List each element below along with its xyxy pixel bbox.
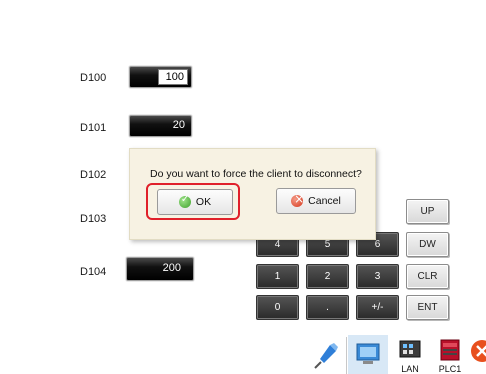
cancel-button-label: Cancel [308, 195, 341, 207]
key-decimal[interactable]: . [306, 295, 349, 320]
lan-button[interactable]: LAN [390, 335, 430, 374]
plc-button[interactable]: PLC1 [430, 335, 470, 374]
register-label: D101 [80, 122, 107, 134]
register-value: 200 [162, 262, 181, 274]
register-label: D100 [80, 72, 107, 84]
cancel-button[interactable]: Cancel [276, 188, 356, 214]
monitor-button[interactable] [348, 335, 388, 374]
lan-icon [399, 340, 421, 358]
lan-label: LAN [401, 364, 419, 374]
key-up[interactable]: UP [406, 199, 449, 224]
register-value: 20 [172, 119, 185, 131]
dialog-message: Do you want to force the client to disco… [150, 168, 362, 180]
key-clr[interactable]: CLR [406, 264, 449, 289]
key-ent[interactable]: ENT [406, 295, 449, 320]
ok-button-highlight [146, 183, 240, 220]
key-0[interactable]: 0 [256, 295, 299, 320]
register-label: D103 [80, 213, 107, 225]
plc-label: PLC1 [438, 364, 462, 374]
register-display[interactable]: 100 [129, 66, 192, 88]
key-dw[interactable]: DW [406, 232, 449, 257]
key-2[interactable]: 2 [306, 264, 349, 289]
taskbar: LAN PLC1 [306, 335, 486, 374]
key-1[interactable]: 1 [256, 264, 299, 289]
taskbar-separator [346, 337, 347, 374]
register-display[interactable]: 200 [126, 257, 194, 281]
pin-button[interactable] [306, 335, 346, 374]
plc-icon [440, 339, 460, 361]
close-icon [471, 340, 486, 362]
close-button[interactable] [466, 335, 486, 374]
register-label: D104 [80, 266, 107, 278]
cancel-icon [291, 192, 304, 207]
key-plus-minus[interactable]: +/- [356, 295, 399, 320]
monitor-icon [356, 343, 380, 364]
key-3[interactable]: 3 [356, 264, 399, 289]
register-label: D102 [80, 169, 107, 181]
register-display[interactable]: 20 [129, 115, 192, 137]
pin-icon [314, 343, 338, 369]
register-value: 100 [158, 69, 188, 85]
